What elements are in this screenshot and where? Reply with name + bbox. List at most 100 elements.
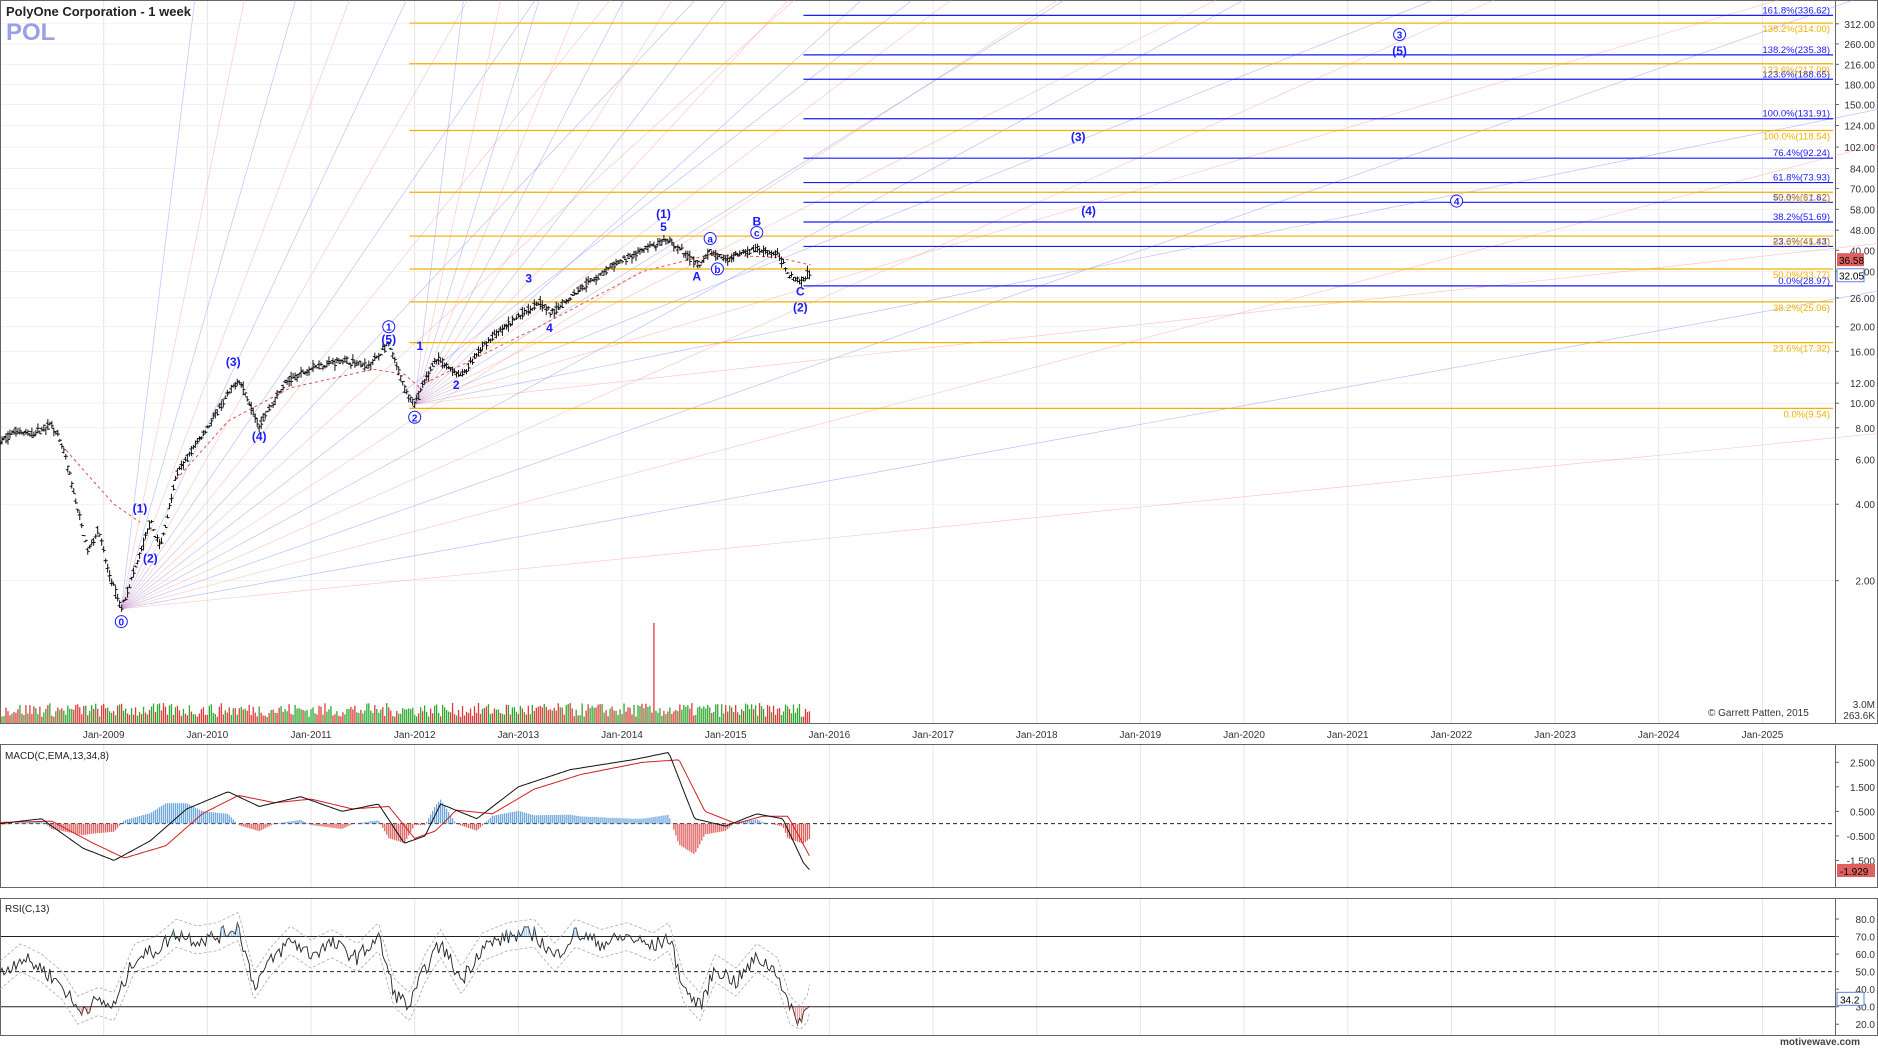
wave-label: 1 xyxy=(417,339,424,353)
y-tick-label: 58.00 xyxy=(1850,205,1875,216)
wave-label: 2 xyxy=(412,413,418,424)
x-tick-label: Jan-2011 xyxy=(291,730,332,741)
wave-label: (1) xyxy=(656,207,671,221)
rsi-tick-label: 50.0 xyxy=(1856,968,1876,979)
chart-canvas: 161.8%(336.62)138.2%(235.38)123.6%(188.6… xyxy=(0,0,1878,1048)
y-tick-label: 312.00 xyxy=(1844,20,1875,31)
y-tick-label: 216.00 xyxy=(1844,60,1875,71)
wave-label: 0 xyxy=(119,618,125,629)
wave-label: (5) xyxy=(1392,44,1407,58)
y-tick-label: 180.00 xyxy=(1844,80,1875,91)
x-tick-label: Jan-2025 xyxy=(1742,730,1784,741)
x-tick-label: Jan-2016 xyxy=(809,730,851,741)
y-tick-label: 102.00 xyxy=(1844,143,1875,154)
fib-blue-label: 161.8%(336.62) xyxy=(1762,5,1830,16)
chart-title: PolyOne Corporation - 1 week xyxy=(6,4,192,19)
fib-blue-label: 100.0%(131.91) xyxy=(1762,109,1830,120)
y-tick-label: 20.00 xyxy=(1850,323,1875,334)
y-tick-label: 6.00 xyxy=(1856,456,1876,467)
wave-label: 5 xyxy=(660,220,667,234)
wave-label: 3 xyxy=(1397,31,1403,42)
rsi-tick-label: 80.0 xyxy=(1856,915,1876,926)
wave-label: (2) xyxy=(143,551,158,565)
wave-label: b xyxy=(714,265,720,276)
y-tick-label: 260.00 xyxy=(1844,40,1875,51)
fib-blue-label: 61.8%(73.93) xyxy=(1773,173,1830,184)
wave-label: (3) xyxy=(226,355,241,369)
wave-label: (4) xyxy=(252,429,267,443)
x-tick-label: Jan-2023 xyxy=(1534,730,1576,741)
x-tick-label: Jan-2021 xyxy=(1327,730,1369,741)
wave-label: 2 xyxy=(453,378,460,392)
x-tick-label: Jan-2020 xyxy=(1223,730,1265,741)
wave-label: 4 xyxy=(546,321,553,335)
y-tick-label: 84.00 xyxy=(1850,164,1875,175)
fib-orange-label: 138.2%(314.00) xyxy=(1762,24,1830,35)
second-price-text: 32.05 xyxy=(1839,272,1864,283)
y-tick-label: 10.00 xyxy=(1850,399,1875,410)
macd-value-text: -1.929 xyxy=(1840,867,1869,878)
x-tick-label: Jan-2022 xyxy=(1431,730,1473,741)
wave-label: (1) xyxy=(133,501,148,515)
copyright-note: © Garrett Patten, 2015 xyxy=(1708,708,1809,719)
macd-panel-frame xyxy=(0,744,1836,888)
x-tick-label: Jan-2012 xyxy=(394,730,436,741)
y-tick-label: 12.00 xyxy=(1850,379,1875,390)
fib-orange-label: 50.0%(33.77) xyxy=(1773,270,1830,281)
macd-tick-label: -0.500 xyxy=(1847,832,1876,843)
x-tick-label: Jan-2017 xyxy=(912,730,954,741)
macd-tick-label: 1.500 xyxy=(1850,783,1875,794)
chart-root: 161.8%(336.62) 138.2%(235.38) 123.6%(188.6… xyxy=(0,0,1878,1048)
x-tick-label: Jan-2010 xyxy=(186,730,228,741)
x-tick-label: Jan-2024 xyxy=(1638,730,1680,741)
symbol-watermark: POL xyxy=(6,19,55,46)
x-tick-label: Jan-2015 xyxy=(705,730,747,741)
y-tick-label: 48.00 xyxy=(1850,226,1875,237)
fib-blue-label: 38.2%(51.69) xyxy=(1773,212,1830,223)
fib-orange-label: 100.0%(118.54) xyxy=(1763,132,1830,143)
volume-axis-label: 3.0M xyxy=(1853,700,1875,711)
x-tick-label: Jan-2009 xyxy=(83,730,125,741)
y-tick-label: 2.00 xyxy=(1856,577,1876,588)
fib-orange-label: 61.8%(45.51) xyxy=(1773,237,1830,248)
wave-label: C xyxy=(796,285,805,299)
wave-label: (3) xyxy=(1071,130,1086,144)
brand-footer: motivewave.com xyxy=(1780,1037,1860,1048)
fib-orange-label: 76.4%(67.72) xyxy=(1773,193,1830,204)
wave-label: 4 xyxy=(1454,197,1460,208)
x-tick-label: Jan-2018 xyxy=(1016,730,1058,741)
y-tick-label: 150.00 xyxy=(1844,101,1875,112)
wave-label: A xyxy=(692,270,701,284)
wave-label: (4) xyxy=(1081,204,1096,218)
x-tick-label: Jan-2013 xyxy=(498,730,540,741)
fib-blue-label: 76.4%(92.24) xyxy=(1773,148,1830,159)
rsi-panel-frame xyxy=(0,898,1836,1036)
last-price-text: 36.58 xyxy=(1839,256,1864,267)
fib-orange-label: 0.0%(9.54) xyxy=(1784,409,1830,420)
wave-label: c xyxy=(754,229,760,240)
y-tick-label: 70.00 xyxy=(1850,185,1875,196)
rsi-tick-label: 20.0 xyxy=(1856,1020,1876,1031)
y-tick-label: 16.00 xyxy=(1850,347,1875,358)
wave-label: 3 xyxy=(525,271,532,285)
rsi-tick-label: 60.0 xyxy=(1856,950,1876,961)
fib-orange-label: 23.6%(17.32) xyxy=(1773,344,1830,355)
wave-label: a xyxy=(707,235,713,246)
y-tick-label: 4.00 xyxy=(1856,500,1876,511)
y-tick-label: 26.00 xyxy=(1850,294,1875,305)
x-tick-label: Jan-2014 xyxy=(601,730,643,741)
macd-tick-label: 2.500 xyxy=(1850,758,1875,769)
fib-orange-label: 38.2%(25.06) xyxy=(1773,303,1830,314)
rsi-title: RSI(C,13) xyxy=(5,904,49,915)
wave-label: (5) xyxy=(381,333,396,347)
fib-orange-label: 123.6%(217.09) xyxy=(1762,65,1830,76)
rsi-tick-label: 70.0 xyxy=(1856,933,1876,944)
y-tick-label: 8.00 xyxy=(1856,424,1876,435)
wave-label: (2) xyxy=(793,301,808,315)
y-tick-label: 124.00 xyxy=(1844,122,1875,133)
x-tick-label: Jan-2019 xyxy=(1120,730,1162,741)
macd-tick-label: 0.500 xyxy=(1850,807,1875,818)
fib-blue-label: 138.2%(235.38) xyxy=(1762,45,1830,56)
price-panel-frame xyxy=(0,0,1836,724)
macd-title: MACD(C,EMA,13,34,8) xyxy=(5,751,109,762)
